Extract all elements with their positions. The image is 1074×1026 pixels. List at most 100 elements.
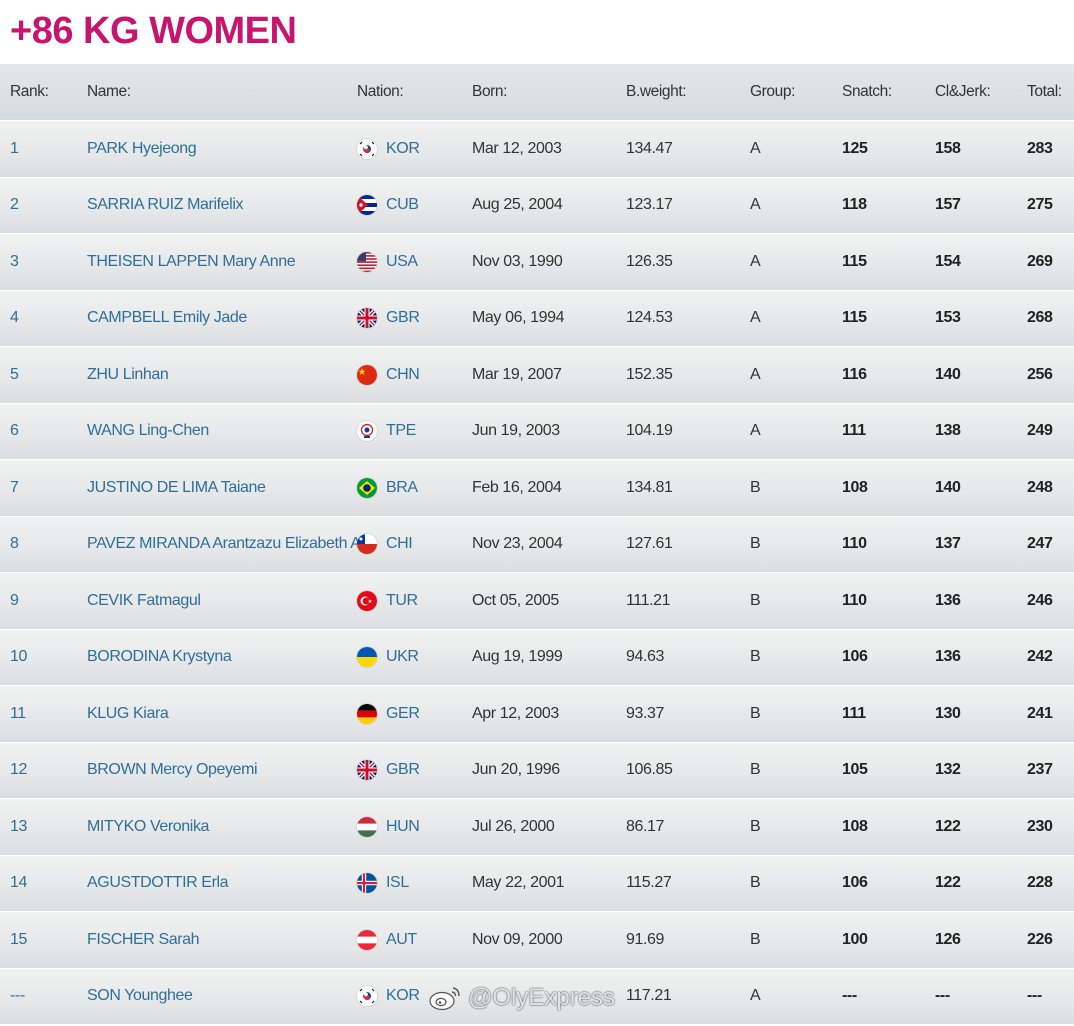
flag-tur-icon — [357, 590, 377, 611]
nation-cell[interactable]: UKR — [357, 630, 419, 686]
nation-cell[interactable]: AUT — [357, 912, 417, 968]
snatch-cell: 106 — [842, 648, 868, 666]
rank-cell: 6 — [10, 422, 19, 440]
header-born[interactable]: Born: — [472, 64, 507, 120]
nation-cell[interactable]: KOR — [357, 969, 420, 1025]
nation-code: TPE — [386, 422, 416, 440]
table-row: 13 MITYKO Veronika HUN Jul 26, 2000 86.17 B 10… — [0, 799, 1074, 856]
rank-cell: 3 — [10, 252, 19, 270]
born-cell: May 22, 2001 — [472, 874, 565, 892]
table-row: 15 FISCHER Sarah AUT Nov 09, 2000 91.69 B 100 1… — [0, 912, 1074, 969]
athlete-name-link[interactable]: AGUSTDOTTIR Erla — [87, 856, 229, 912]
athlete-name-link[interactable]: WANG Ling-Chen — [87, 404, 209, 460]
bodyweight-cell: 91.69 — [626, 930, 665, 948]
snatch-cell: --- — [842, 987, 857, 1005]
total-cell: 248 — [1027, 478, 1053, 496]
nation-cell[interactable]: BRA — [357, 460, 418, 516]
flag-gbr-icon — [357, 308, 377, 329]
nation-code: USA — [386, 252, 418, 270]
born-cell: Jul 26, 2000 — [472, 817, 555, 835]
flag-aut-icon — [357, 929, 377, 950]
bodyweight-cell: 94.63 — [626, 648, 665, 666]
table-row: 6 WANG Ling-Chen TPE Jun 19, 2003 104.19 A 111… — [0, 403, 1074, 460]
results-table: Rank: Name: Nation: Born: B.weight: Grou… — [0, 64, 1074, 1025]
nation-cell[interactable]: GBR — [357, 743, 420, 799]
nation-code: ISL — [386, 874, 409, 892]
nation-cell[interactable]: CHN — [357, 347, 420, 403]
nation-cell[interactable]: TPE — [357, 404, 416, 460]
total-cell: 268 — [1027, 309, 1053, 327]
group-cell: A — [750, 252, 761, 270]
athlete-name-link[interactable]: JUSTINO DE LIMA Taiane — [87, 460, 266, 516]
table-row: 2 SARRIA RUIZ Marifelix CUB Aug 25, 2004 123… — [0, 177, 1074, 234]
header-cleanjerk[interactable]: Cl&Jerk: — [935, 64, 991, 120]
header-name[interactable]: Name: — [87, 64, 131, 120]
header-group[interactable]: Group: — [750, 64, 795, 120]
athlete-name-link[interactable]: KLUG Kiara — [87, 686, 169, 742]
athlete-name-link[interactable]: CEVIK Fatmagul — [87, 573, 201, 629]
athlete-name-link[interactable]: MITYKO Veronika — [87, 799, 209, 855]
flag-hun-icon — [357, 816, 377, 837]
rank-cell: 1 — [10, 139, 19, 157]
born-cell: Aug 19, 1999 — [472, 648, 563, 666]
snatch-cell: 116 — [842, 365, 867, 383]
cleanjerk-cell: 140 — [935, 365, 961, 383]
athlete-name-link[interactable]: SARRIA RUIZ Marifelix — [87, 178, 243, 234]
header-total[interactable]: Total: — [1027, 64, 1062, 120]
table-header: Rank: Name: Nation: Born: B.weight: Grou… — [0, 64, 1074, 121]
snatch-cell: 125 — [842, 139, 868, 157]
total-cell: 228 — [1027, 874, 1053, 892]
group-cell: B — [750, 648, 761, 666]
header-nation[interactable]: Nation: — [357, 64, 404, 120]
cleanjerk-cell: 157 — [935, 196, 961, 214]
athlete-name-link[interactable]: THEISEN LAPPEN Mary Anne — [87, 234, 296, 290]
athlete-name-link[interactable]: BROWN Mercy Opeyemi — [87, 743, 258, 799]
born-cell: Oct 05, 2005 — [472, 591, 559, 609]
table-row: --- SON Younghee KOR 117.21 A --- --- --- — [0, 968, 1074, 1025]
total-cell: 237 — [1027, 761, 1053, 779]
snatch-cell: 106 — [842, 874, 868, 892]
nation-cell[interactable]: HUN — [357, 799, 420, 855]
nation-cell[interactable]: ISL — [357, 856, 409, 912]
athlete-name-link[interactable]: ZHU Linhan — [87, 347, 169, 403]
cleanjerk-cell: 136 — [935, 648, 961, 666]
nation-cell[interactable]: CUB — [357, 178, 419, 234]
cleanjerk-cell: 132 — [935, 761, 961, 779]
table-row: 4 CAMPBELL Emily Jade GBR May 06, 1994 124.5… — [0, 290, 1074, 347]
bodyweight-cell: 106.85 — [626, 761, 673, 779]
nation-code: GER — [386, 704, 420, 722]
nation-cell[interactable]: USA — [357, 234, 418, 290]
bodyweight-cell: 124.53 — [626, 309, 673, 327]
nation-code: KOR — [386, 987, 420, 1005]
athlete-name-link[interactable]: SON Younghee — [87, 969, 193, 1025]
nation-cell[interactable]: GBR — [357, 291, 420, 347]
rank-cell: 14 — [10, 874, 27, 892]
cleanjerk-cell: 136 — [935, 591, 961, 609]
rank-cell: 10 — [10, 648, 27, 666]
nation-cell[interactable]: TUR — [357, 573, 418, 629]
header-rank[interactable]: Rank: — [10, 64, 49, 120]
rank-cell: 5 — [10, 365, 19, 383]
bodyweight-cell: 126.35 — [626, 252, 673, 270]
flag-isl-icon — [357, 873, 377, 894]
rank-cell: 12 — [10, 761, 27, 779]
snatch-cell: 111 — [842, 422, 866, 440]
table-row: 11 KLUG Kiara GER Apr 12, 2003 93.37 B 111 130 2… — [0, 686, 1074, 743]
cleanjerk-cell: 122 — [935, 874, 961, 892]
nation-cell[interactable]: GER — [357, 686, 420, 742]
nation-cell[interactable]: CHI — [357, 517, 413, 573]
cleanjerk-cell: --- — [935, 987, 950, 1005]
athlete-name-link[interactable]: PARK Hyejeong — [87, 121, 197, 177]
page-title: +86 KG WOMEN — [10, 10, 297, 52]
group-cell: B — [750, 930, 761, 948]
athlete-name-link[interactable]: BORODINA Krystyna — [87, 630, 232, 686]
header-snatch[interactable]: Snatch: — [842, 64, 892, 120]
born-cell: Aug 25, 2004 — [472, 196, 563, 214]
total-cell: 256 — [1027, 365, 1053, 383]
group-cell: B — [750, 761, 761, 779]
athlete-name-link[interactable]: FISCHER Sarah — [87, 912, 200, 968]
athlete-name-link[interactable]: PAVEZ MIRANDA Arantzazu Elizabeth A — [87, 517, 361, 573]
header-bweight[interactable]: B.weight: — [626, 64, 687, 120]
athlete-name-link[interactable]: CAMPBELL Emily Jade — [87, 291, 247, 347]
nation-cell[interactable]: KOR — [357, 121, 420, 177]
